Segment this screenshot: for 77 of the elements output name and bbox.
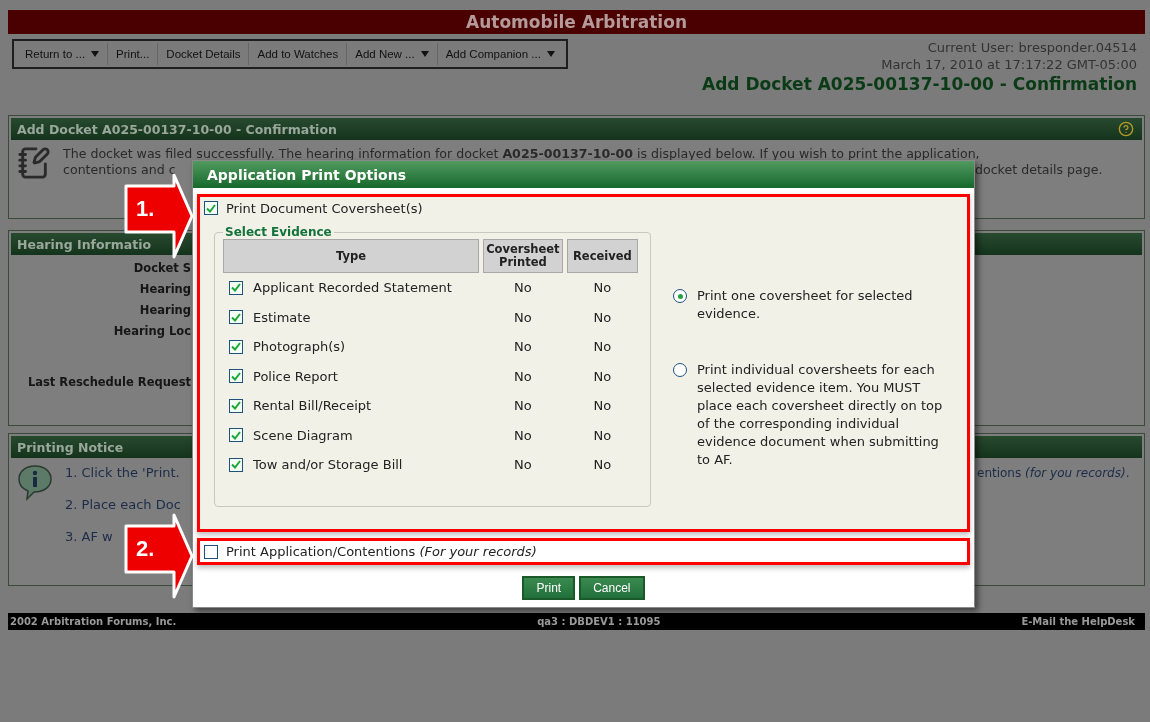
checkbox[interactable] bbox=[229, 280, 243, 295]
current-user: Current User: bresponder.04514 bbox=[927, 39, 1137, 56]
dialog-button[interactable]: Print bbox=[522, 576, 576, 600]
evidence-type: Police Report bbox=[253, 368, 338, 384]
toolbar-button[interactable]: Add Companion ... bbox=[436, 43, 563, 65]
table-cell: No bbox=[593, 427, 612, 443]
toolbar-button[interactable]: Add New ... bbox=[346, 43, 437, 65]
table-cell: No bbox=[593, 339, 612, 355]
table-cell: No bbox=[514, 427, 532, 443]
evidence-type: Applicant Recorded Statement bbox=[253, 280, 452, 296]
column-header: Coversheet Printed bbox=[483, 239, 563, 273]
timestamp: March 17, 2010 at 17:17:22 GMT-05:00 bbox=[881, 56, 1137, 73]
field-label: Docket S bbox=[133, 261, 191, 276]
caret-icon bbox=[546, 51, 555, 57]
dialog-title: Application Print Options bbox=[193, 161, 974, 188]
checkbox[interactable] bbox=[229, 428, 243, 443]
toolbar-button[interactable]: Add to Watches bbox=[248, 43, 347, 65]
copyright: 2002 Arbitration Forums, Inc. bbox=[10, 616, 177, 627]
table-cell: No bbox=[514, 280, 532, 296]
confirmation-message: contentions and c bbox=[63, 162, 177, 178]
panel-title: Hearing Informatio bbox=[17, 236, 152, 252]
checkbox[interactable] bbox=[229, 369, 243, 384]
page-title: Add Docket A025-00137-10-00 - Confirmation bbox=[701, 73, 1137, 95]
column-header: Received bbox=[566, 239, 638, 273]
checkbox[interactable] bbox=[229, 457, 243, 472]
helpdesk-link[interactable]: E-Mail the HelpDesk bbox=[1021, 616, 1135, 627]
field-label: Hearing bbox=[139, 282, 191, 297]
evidence-type: Rental Bill/Receipt bbox=[253, 398, 372, 414]
panel-title: Printing Notice bbox=[17, 439, 124, 455]
radio-button[interactable] bbox=[673, 363, 687, 377]
radio-label: Print individual coversheets for each selected evidence item. You MUST place each coversheet directly on top of the corresponding individual evidence document when submitting to AF. bbox=[697, 361, 944, 469]
table-cell: No bbox=[593, 280, 612, 296]
radio-button[interactable] bbox=[673, 289, 687, 303]
toolbar-button[interactable]: Return to ... bbox=[17, 43, 108, 65]
column-header: Type bbox=[223, 239, 480, 273]
panel-title: Add Docket A025-00137-10-00 - Confirmation bbox=[17, 121, 337, 137]
checkbox[interactable] bbox=[204, 201, 218, 215]
table-cell: No bbox=[514, 339, 532, 355]
field-label: Last Reschedule Request bbox=[27, 375, 191, 390]
checkbox[interactable] bbox=[229, 398, 243, 413]
table-cell: No bbox=[514, 398, 532, 414]
table-cell: No bbox=[593, 457, 612, 473]
evidence-type: Photograph(s) bbox=[253, 339, 346, 355]
table-cell: No bbox=[593, 398, 612, 414]
radio-label: Print one coversheet for selected evidence. bbox=[697, 287, 914, 323]
table-cell: No bbox=[593, 368, 612, 384]
callout-number: 1. bbox=[136, 196, 155, 222]
table-cell: No bbox=[514, 368, 532, 384]
checkbox[interactable] bbox=[229, 310, 243, 325]
toolbar-button[interactable]: Print... bbox=[107, 43, 158, 65]
evidence-type: Estimate bbox=[253, 309, 311, 325]
checkbox[interactable] bbox=[229, 339, 243, 354]
table-cell: No bbox=[514, 309, 532, 325]
caret-icon bbox=[420, 51, 429, 57]
dialog-button[interactable]: Cancel bbox=[579, 576, 645, 600]
evidence-type: Tow and/or Storage Bill bbox=[253, 457, 403, 473]
table-cell: No bbox=[593, 309, 612, 325]
group-legend: Select Evidence bbox=[223, 225, 334, 239]
table-cell: No bbox=[514, 457, 532, 473]
checkbox[interactable] bbox=[204, 544, 218, 559]
instruction-step: 1. Click the 'Print. bbox=[65, 464, 191, 481]
confirmation-message: docket details page. bbox=[975, 162, 1103, 178]
info-icon bbox=[17, 464, 53, 502]
notepad-icon bbox=[17, 146, 51, 180]
field-label: Hearing bbox=[139, 303, 191, 318]
help-icon[interactable] bbox=[1118, 121, 1134, 137]
instruction-step: entions (for you records). bbox=[977, 465, 1130, 480]
evidence-type: Scene Diagram bbox=[253, 427, 353, 443]
caret-icon bbox=[91, 51, 100, 57]
field-label: Hearing Loc bbox=[113, 324, 191, 339]
checkbox-label: Print Document Coversheet(s) bbox=[226, 200, 423, 216]
checkbox-label: Print Application/Contentions (For your records) bbox=[226, 544, 537, 559]
instruction-step: 2. Place each Doc bbox=[65, 496, 1130, 513]
app-title-bar: Automobile Arbitration bbox=[8, 10, 1145, 34]
toolbar-button[interactable]: Docket Details bbox=[157, 43, 249, 65]
confirmation-message: The docket was filed successfully. The hearing information for docket A025-00137-10-00 is displayed below. If you wish to print the application, bbox=[63, 146, 981, 162]
server-info: qa3 : DBDEV1 : 11095 bbox=[537, 616, 661, 627]
